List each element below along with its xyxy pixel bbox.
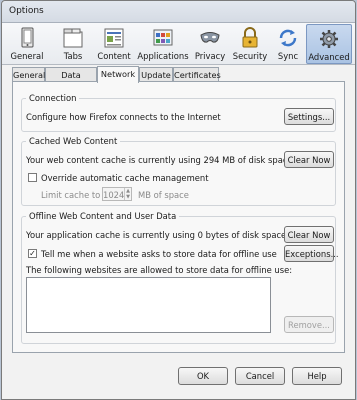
limit-cache-unit: MB of space xyxy=(138,190,189,200)
help-button[interactable]: Help xyxy=(292,367,342,385)
network-panel: Connection Configure how Firefox connect… xyxy=(12,81,345,353)
cache-status: Your web content cache is currently usin… xyxy=(26,155,293,165)
tab-general[interactable]: General xyxy=(12,67,45,82)
ok-button[interactable]: OK xyxy=(178,367,228,385)
cache-group: Cached Web Content Your web content cach… xyxy=(21,136,336,206)
pane-label: Applications xyxy=(137,51,189,61)
pane-label: General xyxy=(10,51,44,61)
pane-tabs[interactable]: Tabs xyxy=(52,24,94,64)
cache-limit-spinner[interactable]: 1024 ▲ ▼ xyxy=(102,187,132,201)
offline-group: Offline Web Content and User Data Your a… xyxy=(21,211,339,344)
override-cache-checkbox[interactable] xyxy=(28,173,37,182)
pane-security[interactable]: Security xyxy=(230,24,270,64)
pane-sync[interactable]: Sync xyxy=(272,24,304,64)
clear-cache-button[interactable]: Clear Now xyxy=(284,151,334,168)
tab-certificates[interactable]: Certificates xyxy=(173,67,221,82)
spinner-arrows-icon[interactable]: ▲ ▼ xyxy=(124,188,131,200)
pane-content[interactable]: Content xyxy=(93,24,135,64)
offline-title: Offline Web Content and User Data xyxy=(26,211,180,221)
limit-cache-label: Limit cache to xyxy=(41,190,101,200)
privacy-icon xyxy=(199,27,221,49)
tab-update[interactable]: Update xyxy=(139,67,173,82)
connection-description: Configure how Firefox connects to the In… xyxy=(26,112,221,122)
pane-label: Privacy xyxy=(194,51,226,61)
settings-button[interactable]: Settings... xyxy=(284,108,334,125)
cache-limit-value: 1024 xyxy=(103,190,125,200)
connection-title: Connection xyxy=(26,93,80,103)
tabs-icon xyxy=(62,27,84,49)
pane-advanced[interactable]: Advanced xyxy=(306,24,352,64)
remove-button[interactable]: Remove... xyxy=(284,316,334,333)
pane-label: Tabs xyxy=(63,51,83,61)
title-bar[interactable]: Options xyxy=(2,1,355,23)
pane-label: Security xyxy=(232,51,268,61)
general-icon xyxy=(16,27,38,49)
applications-icon xyxy=(152,27,174,49)
sync-icon xyxy=(277,27,299,49)
pane-privacy[interactable]: Privacy xyxy=(192,24,228,64)
tell-offline-label: Tell me when a website asks to store dat… xyxy=(41,249,277,259)
options-window: Options General Tabs Content Application… xyxy=(1,0,356,400)
exceptions-button[interactable]: Exceptions... xyxy=(284,245,339,262)
pane-label: Content xyxy=(97,51,131,61)
cancel-button[interactable]: Cancel xyxy=(235,367,285,385)
pane-applications[interactable]: Applications xyxy=(137,24,189,64)
pane-label: Sync xyxy=(277,51,299,61)
tab-data-choices[interactable]: Data Choices xyxy=(45,67,97,90)
connection-group: Connection Configure how Firefox connect… xyxy=(21,93,336,132)
pane-toolbar: General Tabs Content Applications Privac… xyxy=(2,23,355,65)
content-icon xyxy=(103,27,125,49)
window-title: Options xyxy=(9,6,44,16)
offline-status: Your application cache is currently usin… xyxy=(26,230,287,240)
offline-sites-list[interactable] xyxy=(26,277,271,333)
tab-network[interactable]: Network xyxy=(97,66,139,83)
security-icon xyxy=(239,27,261,49)
override-cache-label: Override automatic cache management xyxy=(41,173,209,183)
tell-offline-checkbox[interactable]: ✓ xyxy=(28,249,37,258)
pane-general[interactable]: General xyxy=(6,24,48,64)
offline-list-caption: The following websites are allowed to st… xyxy=(26,265,293,275)
clear-offline-button[interactable]: Clear Now xyxy=(284,226,334,243)
advanced-icon xyxy=(318,28,340,50)
pane-label: Advanced xyxy=(308,52,350,62)
cache-title: Cached Web Content xyxy=(26,136,121,146)
